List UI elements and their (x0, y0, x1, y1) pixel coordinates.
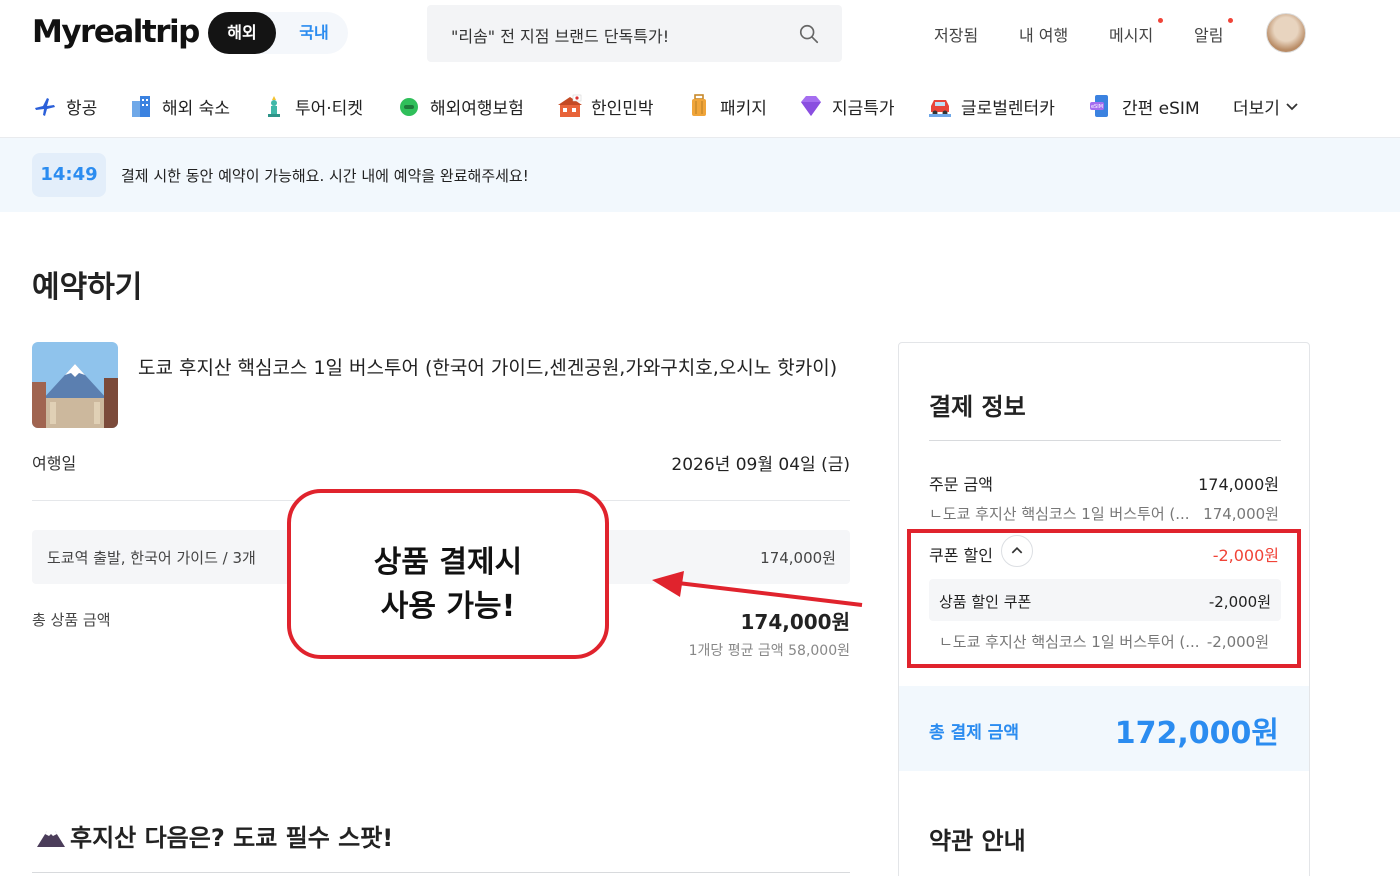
section-divider (32, 872, 850, 873)
region-overseas-tab[interactable]: 해외 (208, 12, 276, 54)
region-toggle[interactable]: 해외 국내 (208, 12, 348, 54)
nav-messages[interactable]: 메시지 (1109, 22, 1153, 46)
average-unit-price: 1개당 평균 금액 58,000원 (688, 643, 850, 659)
chevron-down-icon (1286, 103, 1298, 111)
order-item-value: 174,000원 (1203, 505, 1279, 523)
category-tours-label: 투어·티켓 (295, 98, 363, 119)
category-package-label: 패키지 (720, 98, 767, 119)
category-korean-guesthouse-label: 한인민박 (591, 98, 654, 119)
statue-of-liberty-icon (268, 96, 280, 117)
insurance-icon (400, 98, 418, 116)
category-esim[interactable]: eSIM 간편 eSIM (1088, 90, 1200, 122)
category-deals-label: 지금특가 (832, 98, 895, 119)
grand-total-value: 172,000원 (1114, 716, 1279, 751)
payment-divider (929, 440, 1281, 441)
option-label: 도쿄역 출발, 한국어 가이드 / 3개 (47, 549, 256, 567)
category-more[interactable]: 더보기 (1233, 90, 1298, 122)
category-insurance-label: 해외여행보험 (430, 98, 524, 119)
payment-timer-banner: 14:49 결제 시한 동안 예약이 가능해요. 시간 내에 예약을 완료해주세… (0, 138, 1400, 212)
logo[interactable]: Myrealtrip (32, 14, 200, 50)
payment-info-panel: 결제 정보 주문 금액 174,000원 ㄴ도쿄 후지산 핵심코스 1일 버스투… (898, 342, 1310, 876)
category-hotels[interactable]: 해외 숙소 (128, 90, 230, 122)
annotation-callout: 상품 결제시 사용 가능! (287, 489, 609, 659)
category-korean-guesthouse[interactable]: 한인민박 (557, 90, 654, 122)
category-package[interactable]: 패키지 (686, 90, 767, 122)
airplane-icon (35, 98, 55, 116)
product-title[interactable]: 도쿄 후지산 핵심코스 1일 버스투어 (한국어 가이드,센겐공원,가와구치호,… (138, 354, 850, 382)
category-insurance[interactable]: 해외여행보험 (396, 90, 524, 122)
search-input[interactable]: "리솜" 전 지점 브랜드 단독특가! (451, 23, 669, 47)
search-bar[interactable]: "리솜" 전 지점 브랜드 단독특가! (427, 5, 842, 62)
grand-total-label: 총 결제 금액 (929, 723, 1020, 743)
grand-total-row: 총 결제 금액 172,000원 (899, 686, 1309, 771)
search-icon[interactable] (798, 23, 820, 45)
svg-text:eSIM: eSIM (1091, 104, 1103, 110)
avatar[interactable] (1266, 13, 1306, 53)
nav-notifications[interactable]: 알림 (1194, 22, 1223, 46)
page-title: 예약하기 (32, 270, 143, 305)
order-amount-value: 174,000원 (1198, 475, 1279, 494)
region-domestic-tab[interactable]: 국내 (280, 12, 348, 54)
esim-phone-icon: eSIM (1090, 95, 1108, 117)
top-header: Myrealtrip 해외 국내 "리솜" 전 지점 브랜드 단독특가! 저장됨… (0, 0, 1400, 70)
product-thumbnail[interactable] (32, 342, 118, 428)
messages-badge-dot (1158, 18, 1163, 23)
category-flights-label: 항공 (66, 98, 98, 119)
total-product-label: 총 상품 금액 (32, 611, 111, 629)
category-hotels-label: 해외 숙소 (162, 98, 230, 119)
category-flights[interactable]: 항공 (32, 90, 97, 122)
diamond-icon (801, 96, 821, 116)
payment-title: 결제 정보 (929, 393, 1026, 421)
callout-line-2: 사용 가능! (380, 589, 516, 624)
notifications-badge-dot (1228, 18, 1233, 23)
nav-my-trips[interactable]: 내 여행 (1019, 22, 1068, 46)
timer-countdown: 14:49 (32, 153, 106, 197)
travel-date-value: 2026년 09월 04일 (금) (671, 455, 850, 475)
car-icon (929, 100, 951, 117)
order-amount-label: 주문 금액 (929, 475, 993, 494)
category-rental-car[interactable]: 글로벌렌터카 (927, 90, 1055, 122)
order-item-label: ㄴ도쿄 후지산 핵심코스 1일 버스투어 (... (929, 505, 1190, 523)
next-section-title: 후지산 다음은? 도쿄 필수 스팟! (70, 824, 394, 852)
terms-title: 약관 안내 (929, 827, 1026, 855)
coupon-highlight-annotation (907, 529, 1301, 668)
category-deals[interactable]: 지금특가 (798, 90, 895, 122)
category-rental-car-label: 글로벌렌터카 (961, 98, 1055, 119)
annotation-arrow (652, 571, 863, 607)
travel-date-label: 여행일 (32, 454, 77, 473)
category-esim-label: 간편 eSIM (1122, 98, 1200, 119)
luggage-icon (692, 94, 706, 116)
timer-message: 결제 시한 동안 예약이 가능해요. 시간 내에 예약을 완료해주세요! (121, 167, 529, 185)
callout-line-1: 상품 결제시 (373, 545, 523, 580)
nav-saved[interactable]: 저장됨 (934, 22, 978, 46)
korean-house-icon (558, 94, 582, 117)
category-nav: 항공 해외 숙소 투어·티켓 해외여행보험 한인민박 패키지 지금특가 글로벌렌… (0, 76, 1400, 138)
category-more-label: 더보기 (1233, 98, 1280, 119)
hotel-building-icon (132, 96, 150, 117)
mountain-icon (37, 831, 65, 847)
category-tours[interactable]: 투어·티켓 (261, 90, 363, 122)
